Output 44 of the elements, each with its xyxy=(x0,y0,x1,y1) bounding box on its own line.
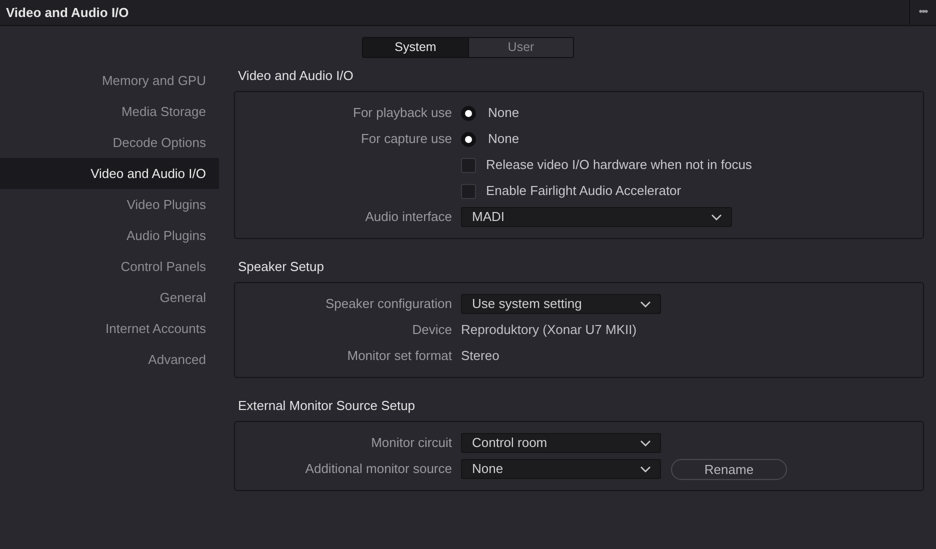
field-label: Speaker configuration xyxy=(326,295,452,314)
radio-button[interactable] xyxy=(461,106,476,120)
sidebar-item[interactable]: Decode Options xyxy=(0,127,219,158)
field-label: Additional monitor source xyxy=(305,460,452,478)
sidebar-item[interactable]: Internet Accounts xyxy=(0,313,219,344)
dropdown[interactable]: None xyxy=(461,459,661,479)
more-options-button[interactable]: ••• xyxy=(909,0,936,25)
sidebar-item[interactable]: Video Plugins xyxy=(0,189,219,220)
checkbox-label: Release video I/O hardware when not in focus xyxy=(486,156,752,174)
sidebar-item[interactable]: Media Storage xyxy=(0,96,219,127)
sidebar-item[interactable]: Memory and GPU xyxy=(0,65,219,96)
sidebar-item[interactable]: General xyxy=(0,282,219,313)
field-label: Monitor set format xyxy=(347,347,452,366)
radio-label: None xyxy=(488,104,520,122)
chevron-down-icon xyxy=(640,440,651,446)
sidebar-item[interactable]: Audio Plugins xyxy=(0,220,219,251)
sidebar-item[interactable]: Advanced xyxy=(0,344,219,375)
checkbox-label: Enable Fairlight Audio Accelerator xyxy=(486,182,682,200)
tab[interactable]: System xyxy=(363,38,468,57)
section-title: External Monitor Source Setup xyxy=(238,397,416,416)
rename-button[interactable]: Rename xyxy=(671,458,787,480)
field-label: Device xyxy=(412,321,452,340)
field-label: For capture use xyxy=(360,130,452,148)
section-title: Speaker Setup xyxy=(238,258,324,276)
section-title: Video and Audio I/O xyxy=(238,67,354,86)
sidebar-item[interactable]: Video and Audio I/O xyxy=(0,158,219,189)
field-value: Reproduktory (Xonar U7 MKII) xyxy=(461,322,637,338)
dropdown[interactable]: Control room xyxy=(461,433,661,453)
chevron-down-icon xyxy=(711,214,722,220)
tab[interactable]: User xyxy=(468,38,573,57)
chevron-down-icon xyxy=(640,466,651,472)
checkbox[interactable] xyxy=(461,184,476,198)
sidebar-item[interactable]: Control Panels xyxy=(0,251,219,282)
field-label: Monitor circuit xyxy=(371,434,452,452)
window-title: Video and Audio I/O xyxy=(5,4,129,22)
field-value: Stereo xyxy=(461,348,500,364)
field-label: Audio interface xyxy=(365,208,452,226)
dropdown[interactable]: Use system setting xyxy=(461,294,661,314)
field-label: For playback use xyxy=(353,104,452,122)
checkbox[interactable] xyxy=(461,158,476,172)
dropdown[interactable]: MADI xyxy=(461,207,732,227)
chevron-down-icon xyxy=(640,300,651,308)
radio-button[interactable] xyxy=(461,132,476,146)
radio-label: None xyxy=(488,130,520,148)
